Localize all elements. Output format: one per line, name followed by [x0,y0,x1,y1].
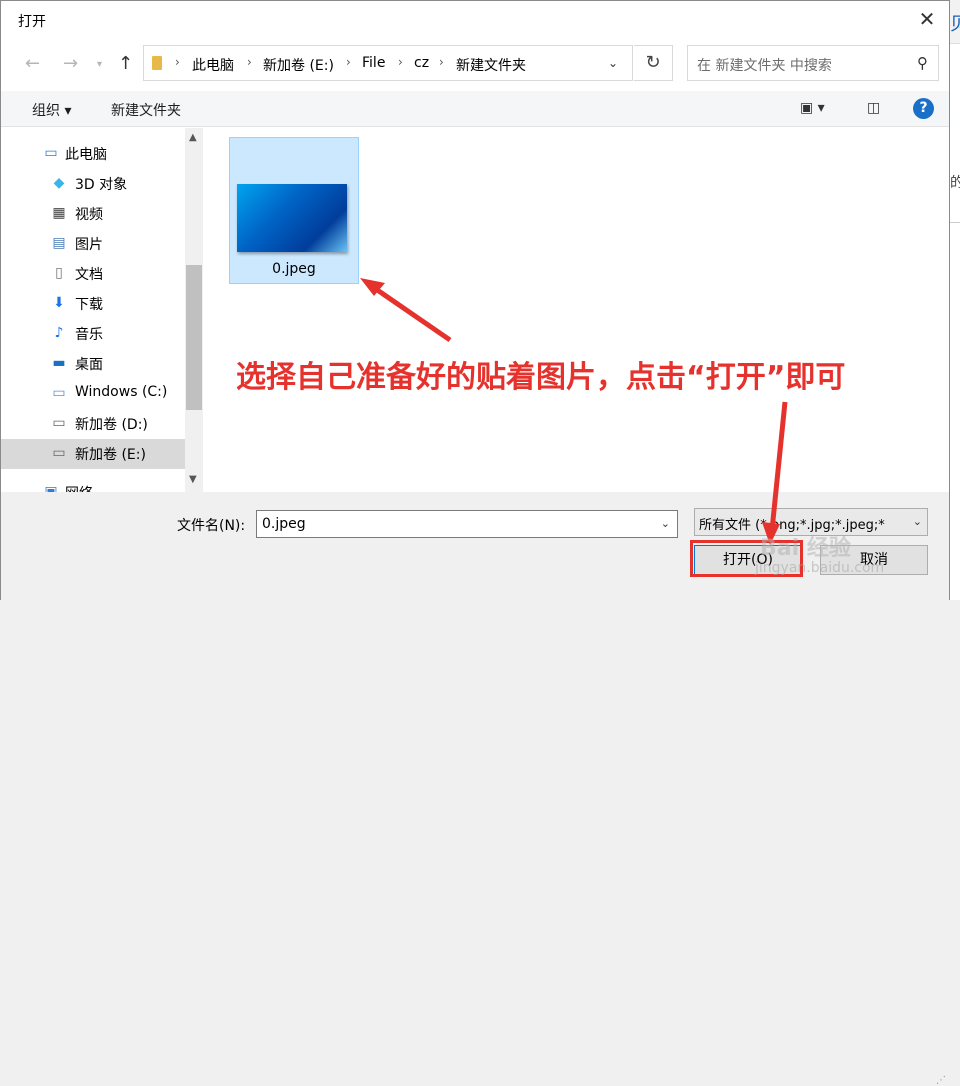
sidebar-item-3d-objects[interactable]: ◆ 3D 对象 [1,169,185,199]
pictures-icon: ▤ [52,235,66,251]
open-file-dialog: 打开 ✕ ← → ▾ ↑ › 此电脑 › 新加卷 (E:) › File › c… [0,0,950,1086]
computer-icon: ▭ [44,145,58,161]
folder-icon [152,56,162,70]
file-item[interactable]: 0.jpeg [229,137,359,284]
sidebar-item-label: 此电脑 [65,147,107,163]
sidebar-item-desktop[interactable]: ▬ 桌面 [1,349,185,379]
address-bar[interactable]: › 此电脑 › 新加卷 (E:) › File › cz › 新建文件夹 ⌄ [143,45,633,81]
drive-icon: ▭ [52,415,66,431]
sidebar-item-this-pc[interactable]: ▭ 此电脑 [1,139,185,169]
sidebar-item-drive-c[interactable]: ▭ Windows (C:) [1,379,185,409]
recent-locations-chevron-icon[interactable]: ▾ [97,59,102,70]
scroll-down-icon[interactable]: ▼ [189,474,197,485]
3d-objects-icon: ◆ [53,175,65,191]
filename-value: 0.jpeg [262,516,306,532]
breadcrumb-separator-icon[interactable]: › [247,55,252,69]
network-icon: ▣ [44,484,58,492]
search-icon[interactable]: ⚲ [917,54,928,72]
background-window-text: 的 [950,175,960,191]
sidebar-item-network[interactable]: ▣ 网络 [1,478,185,492]
navigation-pane: ▭ 此电脑 ◆ 3D 对象 ▦ 视频 ▤ 图片 ▯ 文档 ⬇ 下载 ♪ 音乐 ▬ [1,128,185,492]
sidebar-item-label: 3D 对象 [75,177,128,193]
music-icon: ♪ [54,325,64,341]
back-arrow-icon[interactable]: ← [25,53,40,74]
sidebar-item-music[interactable]: ♪ 音乐 [1,319,185,349]
close-icon[interactable]: ✕ [913,7,941,33]
command-bar: 组织 ▾ 新建文件夹 ▣ ▾ ◫ ? [1,91,949,127]
view-options-icon[interactable]: ▣ ▾ [800,100,825,116]
background-window-divider [950,222,960,223]
preview-pane-icon[interactable]: ◫ [867,100,880,116]
sidebar-item-label: 文档 [75,267,103,283]
organize-button[interactable]: 组织 ▾ [32,100,71,120]
chevron-down-icon[interactable]: ⌄ [661,517,670,530]
sidebar-item-label: 网络 [65,483,93,492]
breadcrumb-item[interactable]: 新建文件夹 [456,55,526,75]
chevron-down-icon[interactable]: ⌄ [910,515,922,528]
breadcrumb-item[interactable]: cz [414,55,429,71]
forward-arrow-icon[interactable]: → [63,53,78,74]
background-window: 贝 的 [950,0,960,600]
sidebar-item-label: 音乐 [75,327,103,343]
drive-icon: ▭ [52,385,66,401]
sidebar-item-label: 图片 [75,237,103,253]
dialog-title: 打开 [18,14,46,30]
sidebar-item-label: 视频 [75,207,103,223]
sidebar-item-videos[interactable]: ▦ 视频 [1,199,185,229]
chevron-down-icon[interactable]: ⌄ [608,56,618,70]
download-icon: ⬇ [53,295,65,311]
breadcrumb-separator-icon[interactable]: › [439,55,444,69]
breadcrumb-item[interactable]: 新加卷 (E:) [263,55,334,75]
refresh-icon[interactable]: ↻ [634,45,673,81]
video-icon: ▦ [52,205,66,221]
breadcrumb-separator-icon[interactable]: › [398,55,403,69]
sidebar-item-label: Windows (C:) [75,384,168,400]
scroll-up-icon[interactable]: ▲ [189,132,197,143]
breadcrumb-item[interactable]: 此电脑 [192,55,234,75]
breadcrumb-separator-icon[interactable]: › [175,55,180,69]
filename-input[interactable]: 0.jpeg ⌄ [256,510,678,538]
desktop-icon: ▬ [52,355,66,371]
navigation-row: ← → ▾ ↑ › 此电脑 › 新加卷 (E:) › File › cz › 新… [1,39,949,91]
help-icon[interactable]: ? [913,98,934,119]
up-arrow-icon[interactable]: ↑ [118,53,133,74]
image-thumbnail [237,184,347,252]
sidebar-item-drive-d[interactable]: ▭ 新加卷 (D:) [1,409,185,439]
file-name: 0.jpeg [272,261,316,277]
background-window-text: 贝 [950,14,960,35]
scrollbar-thumb[interactable] [186,265,202,410]
drive-icon: ▭ [52,445,66,461]
search-placeholder: 在 新建文件夹 中搜索 [697,58,832,74]
breadcrumb-item[interactable]: File [362,55,385,71]
new-folder-button[interactable]: 新建文件夹 [111,100,181,120]
search-input[interactable]: 在 新建文件夹 中搜索 ⚲ [687,45,939,81]
watermark-logo: Bai 经验 [760,536,851,561]
breadcrumb-separator-icon[interactable]: › [346,55,351,69]
instruction-annotation: 选择自己准备好的贴着图片，点击“打开”即可 [236,360,846,395]
navigation-scrollbar[interactable]: ▲ ▼ [185,128,203,492]
watermark-url: jingyan.baidu.com [755,560,885,576]
resize-grip-icon[interactable]: ⋰ [936,1075,946,1086]
sidebar-item-label: 新加卷 (E:) [75,447,146,463]
file-list: 0.jpeg [203,128,949,492]
sidebar-item-label: 新加卷 (D:) [75,417,148,433]
title-bar: 打开 ✕ [1,1,949,39]
sidebar-item-downloads[interactable]: ⬇ 下载 [1,289,185,319]
documents-icon: ▯ [55,265,63,281]
sidebar-item-label: 桌面 [75,357,103,373]
sidebar-item-label: 下载 [75,297,103,313]
filename-label: 文件名(N): [177,518,246,534]
sidebar-item-pictures[interactable]: ▤ 图片 [1,229,185,259]
sidebar-item-drive-e[interactable]: ▭ 新加卷 (E:) [1,439,185,469]
sidebar-item-documents[interactable]: ▯ 文档 [1,259,185,289]
